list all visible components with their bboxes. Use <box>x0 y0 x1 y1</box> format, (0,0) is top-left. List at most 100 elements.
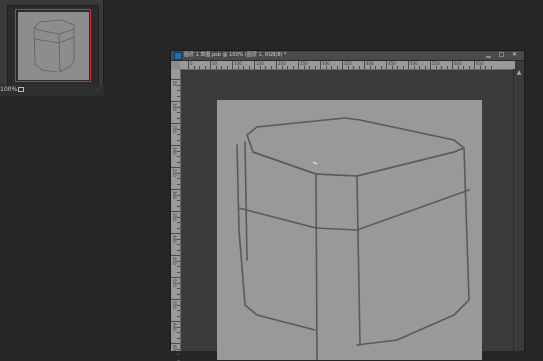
ruler-minor-tick <box>177 161 180 163</box>
ruler-minor-tick <box>446 66 448 69</box>
ruler-minor-tick <box>479 66 481 69</box>
ruler-minor-tick <box>380 66 382 69</box>
ruler-label: 100 <box>172 103 177 111</box>
zoom-slider-icon[interactable] <box>18 87 24 92</box>
ruler-tick <box>342 61 343 69</box>
ruler-tick <box>188 61 189 69</box>
ruler-minor-tick <box>336 66 338 69</box>
document-window: 图层 1 草图.psb @ 100% (图层 1, RGB/8) * ▁ □ ✕… <box>170 50 525 361</box>
ruler-label: 450 <box>388 61 396 66</box>
ruler-minor-tick <box>358 66 360 69</box>
ruler-label: 300 <box>172 191 177 199</box>
ruler-label: 150 <box>256 61 264 66</box>
resize-grip-icon[interactable]: ⋰ <box>95 84 101 96</box>
ruler-minor-tick <box>177 216 180 218</box>
ruler-label: 500 <box>410 61 418 66</box>
ruler-tick <box>171 123 180 124</box>
navigator-zoom-value[interactable]: 100% <box>0 84 17 96</box>
ruler-tick <box>452 61 453 69</box>
ruler-minor-tick <box>204 66 206 69</box>
ruler-minor-tick <box>441 66 442 69</box>
ruler-label: 550 <box>172 301 177 309</box>
ruler-minor-tick <box>177 156 180 157</box>
ruler-tick <box>364 61 365 69</box>
ruler-label: 150 <box>172 125 177 133</box>
cube-sketch <box>236 117 470 360</box>
ruler-minor-tick <box>270 66 272 69</box>
ruler-minor-tick <box>177 293 180 295</box>
ruler-minor-tick <box>490 66 492 69</box>
document-title: 图层 1 草图.psb @ 100% (图层 1, RGB/8) * <box>184 52 287 58</box>
ruler-minor-tick <box>309 66 310 69</box>
ruler-label: 350 <box>172 213 177 221</box>
ruler-minor-tick <box>177 354 180 355</box>
ruler-tick <box>171 277 180 278</box>
ruler-tick <box>210 61 211 69</box>
ruler-label: 50 <box>172 81 177 87</box>
ruler-minor-tick <box>424 66 426 69</box>
ruler-tick <box>171 299 180 300</box>
ruler-minor-tick <box>177 112 180 113</box>
ruler-tick <box>171 255 180 256</box>
close-button[interactable]: ✕ <box>511 52 518 58</box>
photoshop-doc-icon <box>174 52 182 60</box>
ruler-minor-tick <box>177 178 180 179</box>
ruler-minor-tick <box>177 183 180 185</box>
maximize-button[interactable]: □ <box>498 52 505 58</box>
ruler-minor-tick <box>177 238 180 240</box>
ruler-label: 200 <box>278 61 286 66</box>
horizontal-ruler[interactable]: 0 50 100 150 200 250 300 350 400 450 500 550 600 650 <box>180 61 515 70</box>
ruler-label: 500 <box>172 279 177 287</box>
ruler-label: 650 <box>172 345 177 353</box>
document-canvas[interactable] <box>217 100 482 360</box>
ruler-tick <box>254 61 255 69</box>
ruler-label: 250 <box>172 169 177 177</box>
canvas-workspace[interactable] <box>181 70 515 360</box>
ruler-label: 350 <box>344 61 352 66</box>
ruler-tick <box>171 321 180 322</box>
ruler-tick <box>171 343 180 344</box>
navigator-view-rectangle[interactable] <box>15 9 91 82</box>
ruler-tick <box>171 101 180 102</box>
ruler-minor-tick <box>177 244 180 245</box>
ruler-minor-tick <box>177 205 180 207</box>
ruler-minor-tick <box>177 117 180 119</box>
ruler-label: 600 <box>454 61 462 66</box>
ruler-minor-tick <box>468 66 470 69</box>
vertical-ruler[interactable]: 50 100 150 200 250 300 350 400 450 500 550 600 650 <box>171 69 181 361</box>
ruler-minor-tick <box>265 66 266 69</box>
document-title-bar[interactable]: 图层 1 草图.psb @ 100% (图层 1, RGB/8) * ▁ □ ✕ <box>171 51 524 61</box>
ruler-label: 200 <box>172 147 177 155</box>
minimize-button[interactable]: ▁ <box>485 52 492 58</box>
ruler-minor-tick <box>177 222 180 223</box>
scroll-up-arrow-icon[interactable]: ▲ <box>514 69 524 77</box>
ruler-minor-tick <box>391 66 393 69</box>
ruler-label: 600 <box>172 323 177 331</box>
ruler-tick <box>276 61 277 69</box>
ruler-minor-tick <box>369 66 371 69</box>
ruler-minor-tick <box>177 172 180 174</box>
ruler-minor-tick <box>248 66 250 69</box>
ruler-tick <box>171 167 180 168</box>
ruler-minor-tick <box>331 66 332 69</box>
ruler-tick <box>171 211 180 212</box>
ruler-minor-tick <box>177 282 180 284</box>
ruler-minor-tick <box>303 66 305 69</box>
ruler-minor-tick <box>281 66 283 69</box>
ruler-origin[interactable] <box>171 61 180 69</box>
ruler-minor-tick <box>177 200 180 201</box>
navigator-thumbnail-frame[interactable] <box>7 5 99 85</box>
ruler-minor-tick <box>402 66 404 69</box>
ruler-minor-tick <box>221 66 222 69</box>
ruler-minor-tick <box>314 66 316 69</box>
ruler-minor-tick <box>397 66 398 69</box>
vertical-scrollbar[interactable] <box>513 69 524 351</box>
ruler-minor-tick <box>413 66 415 69</box>
ruler-minor-tick <box>353 66 354 69</box>
ruler-tick <box>171 145 180 146</box>
ruler-tick <box>298 61 299 69</box>
ruler-label: 100 <box>234 61 242 66</box>
ruler-minor-tick <box>177 337 180 339</box>
ruler-minor-tick <box>177 260 180 262</box>
ruler-tick <box>171 79 180 80</box>
